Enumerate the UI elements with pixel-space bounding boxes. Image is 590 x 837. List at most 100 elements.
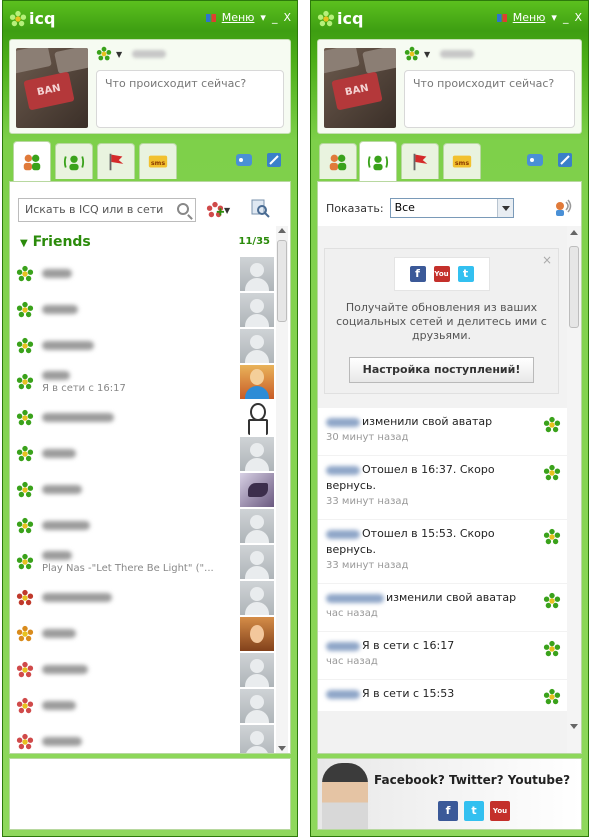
feed-filter-select[interactable]: Все [389, 198, 514, 218]
add-contact-icon [206, 201, 224, 218]
contact-status-icon [16, 409, 34, 426]
menu-button[interactable]: Меню [222, 11, 255, 24]
dropdown-arrow-icon[interactable] [496, 199, 513, 217]
minimize-button[interactable]: _ [272, 11, 278, 24]
scroll-thumb[interactable] [277, 240, 287, 322]
status-message-input[interactable]: Что происходит сейчас? [404, 70, 575, 128]
scroll-up-arrow[interactable] [278, 228, 286, 233]
tab-contacts[interactable] [13, 141, 51, 181]
status-message-input[interactable]: Что происходит сейчас? [96, 70, 284, 128]
find-contacts-button[interactable] [250, 198, 270, 220]
tab-sms[interactable]: sms [139, 143, 177, 179]
feed-item-time: 33 минут назад [326, 496, 409, 507]
contact-name [42, 371, 70, 380]
social-broadcast-icon[interactable] [551, 198, 573, 218]
ad-banner[interactable]: Facebook? Twitter? Youtube? f t You [317, 758, 582, 830]
contact-status-icon [16, 661, 34, 678]
contact-status-text: Play Nas -"Let There Be Light" ("... [42, 563, 214, 574]
status-selector[interactable]: ▼ [404, 46, 475, 62]
menu-arrow-icon[interactable]: ▾ [551, 11, 557, 24]
feed-item[interactable]: изменили свой аватар 30 минут назад [318, 408, 567, 455]
group-expand-icon[interactable]: ▼ [20, 238, 28, 249]
games-button[interactable] [231, 147, 257, 173]
scroll-up-arrow[interactable] [570, 230, 578, 235]
feed-item[interactable]: Отошел в 16:37. Скоро вернусь. 33 минут н… [318, 456, 567, 519]
contact-row[interactable] [10, 292, 274, 328]
contact-row[interactable] [10, 400, 274, 436]
my-avatar[interactable]: BAN [324, 48, 396, 128]
scroll-down-arrow[interactable] [570, 724, 578, 729]
minimize-button[interactable]: _ [563, 11, 569, 24]
puzzle-icon [527, 154, 543, 166]
contact-avatar [240, 653, 274, 687]
feed-item[interactable]: изменили свой аватар час назад [318, 584, 567, 631]
promo-close-button[interactable]: × [542, 253, 552, 267]
feed-scrollbar[interactable] [567, 226, 581, 753]
search-placeholder: Искать в ICQ или в сети [25, 203, 164, 216]
contact-row[interactable] [10, 724, 274, 753]
feed-item[interactable]: Отошел в 15:53. Скоро вернусь. 33 минут н… [318, 520, 567, 583]
contact-name [42, 520, 90, 530]
contact-row[interactable]: Play Nas -"Let There Be Light" ("... [10, 544, 274, 580]
settings-button[interactable] [261, 147, 287, 173]
window-controls: Меню ▾ _ X [496, 11, 582, 24]
contact-row[interactable] [10, 688, 274, 724]
feed-item-time: час назад [326, 608, 378, 619]
my-avatar[interactable]: BAN [16, 48, 88, 128]
facebook-icon: f [409, 266, 426, 282]
contact-status-icon [16, 733, 34, 750]
contact-status-icon [16, 337, 34, 354]
contact-row[interactable] [10, 472, 274, 508]
contact-row[interactable] [10, 616, 274, 652]
tab-online[interactable] [55, 143, 93, 179]
twitter-icon: t [457, 266, 474, 282]
add-contact-button[interactable]: ▼ [206, 198, 234, 222]
menu-button[interactable]: Меню [513, 11, 546, 24]
contact-row[interactable] [10, 652, 274, 688]
online-status-icon [404, 46, 420, 61]
settings-button[interactable] [552, 147, 578, 173]
tab-events[interactable] [401, 143, 439, 179]
search-input[interactable]: Искать в ICQ или в сети [18, 198, 196, 222]
tab-events[interactable] [97, 143, 135, 179]
contact-name [42, 412, 114, 422]
group-name: Friends [32, 234, 91, 250]
tab-sms[interactable]: sms [443, 143, 481, 179]
contact-row[interactable] [10, 508, 274, 544]
menu-grid-icon [205, 13, 216, 22]
contact-row[interactable] [10, 436, 274, 472]
feed-item[interactable]: Я в сети с 15:53 [318, 680, 567, 711]
menu-arrow-icon[interactable]: ▾ [260, 11, 266, 24]
contact-row[interactable] [10, 328, 274, 364]
feed-item-text: Я в сети с 16:17 [362, 639, 455, 652]
contact-avatar [240, 401, 274, 435]
group-header-friends[interactable]: ▼ Friends 11/35 [20, 234, 270, 252]
close-button[interactable]: X [283, 11, 291, 24]
my-nickname [440, 50, 475, 58]
contact-row[interactable] [10, 580, 274, 616]
scroll-thumb[interactable] [569, 246, 579, 328]
feed-item[interactable]: Я в сети с 16:17 час назад [318, 632, 567, 679]
close-button[interactable]: X [574, 11, 582, 24]
setup-feeds-button[interactable]: Настройка поступлений! [349, 357, 534, 383]
contact-row[interactable]: Я в сети с 16:17 [10, 364, 274, 400]
games-button[interactable] [522, 147, 548, 173]
contact-name [42, 628, 76, 638]
scroll-down-arrow[interactable] [278, 746, 286, 751]
tab-contacts[interactable] [319, 143, 357, 179]
logo-text: icq [29, 9, 56, 28]
tab-online[interactable] [359, 141, 397, 181]
status-selector[interactable]: ▼ [96, 46, 167, 62]
contact-list-scrollbar[interactable] [276, 226, 288, 753]
profile-panel: BAN ▼ Что происходит сейчас? [9, 39, 291, 134]
ad-text: Facebook? Twitter? Youtube? [374, 773, 571, 787]
icq-flower-icon [543, 528, 561, 545]
contact-list: Я в сети с 16:17 Play Nas -"Let There Be … [10, 256, 274, 753]
search-icon[interactable] [177, 203, 189, 215]
contact-avatar [240, 473, 274, 507]
contact-name [42, 448, 76, 458]
contact-avatar [240, 689, 274, 723]
contact-row[interactable] [10, 256, 274, 292]
contact-name [42, 736, 82, 746]
twitter-icon: t [464, 801, 484, 821]
